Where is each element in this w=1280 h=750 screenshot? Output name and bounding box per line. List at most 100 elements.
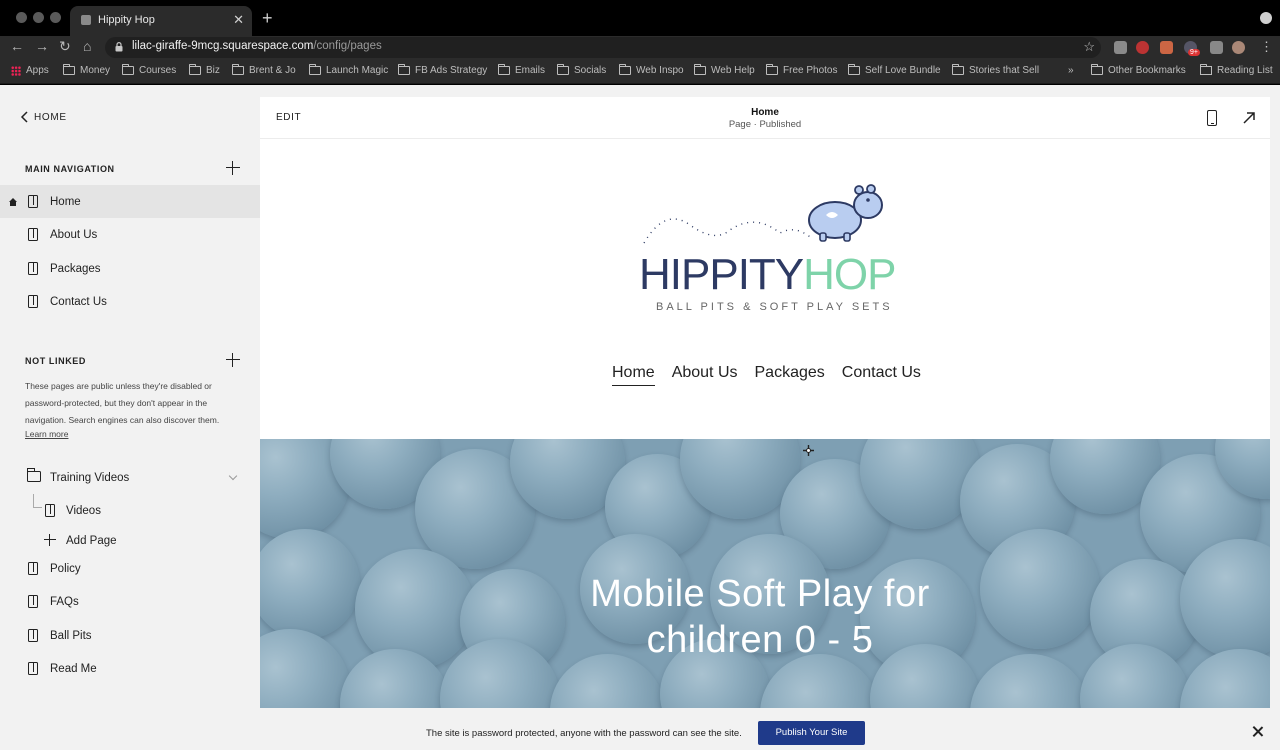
main-navigation-heading: MAIN NAVIGATION — [25, 164, 115, 174]
bookmark-folder[interactable]: Biz — [189, 64, 220, 76]
editor-toolbar: EDIT Home Page · Published — [260, 97, 1270, 139]
sidebar-item-home[interactable]: Home — [0, 185, 260, 218]
site-nav-about-us[interactable]: About Us — [672, 364, 738, 386]
url-text: lilac-giraffe-9mcg.squarespace.com/confi… — [132, 40, 382, 52]
sidebar-item-videos[interactable]: Videos — [0, 494, 260, 527]
sidebar-folder-training-videos[interactable]: Training Videos — [0, 461, 260, 494]
sidebar-item-label: About Us — [50, 228, 98, 241]
new-tab-button[interactable]: + — [262, 9, 273, 27]
tab-close-icon[interactable]: ✕ — [233, 12, 244, 28]
page-icon — [45, 504, 55, 517]
reading-list[interactable]: Reading List — [1200, 64, 1273, 76]
not-linked-heading: NOT LINKED — [25, 356, 86, 366]
sidebar-item-read-me[interactable]: Read Me — [0, 652, 260, 685]
folder-icon — [848, 64, 860, 75]
window-minimize-button[interactable] — [33, 12, 44, 23]
site-preview: EDIT Home Page · Published HIPPITYHOP BA… — [260, 97, 1270, 708]
forward-arrow-icon[interactable]: → — [35, 38, 49, 54]
bookmark-folder[interactable]: Launch Magic — [309, 64, 388, 76]
back-arrow-icon[interactable]: ← — [10, 38, 24, 54]
mobile-preview-icon[interactable] — [1207, 110, 1217, 126]
site-nav-packages[interactable]: Packages — [755, 364, 825, 386]
browser-toolbar: ← → ↻ ⌂ lilac-giraffe-9mcg.squarespace.c… — [0, 36, 1280, 60]
bookmark-apps[interactable]: Apps — [11, 65, 49, 76]
site-nav-home[interactable]: Home — [612, 364, 655, 386]
sidebar-item-label: Read Me — [50, 662, 97, 675]
home-icon[interactable]: ⌂ — [83, 38, 91, 54]
site-nav-contact-us[interactable]: Contact Us — [842, 364, 921, 386]
folder-icon — [557, 64, 569, 75]
other-bookmarks[interactable]: Other Bookmarks — [1091, 64, 1186, 76]
profile-avatar[interactable] — [1232, 41, 1245, 54]
pinterest-extension-icon[interactable] — [1136, 41, 1149, 54]
bookmark-folder[interactable]: Socials — [557, 64, 606, 76]
pages-panel: HOME MAIN NAVIGATION Home About Us Packa… — [0, 85, 260, 750]
sidebar-item-label: Policy — [50, 562, 81, 575]
page-icon — [28, 228, 38, 241]
learn-more-link[interactable]: Learn more — [25, 429, 68, 439]
close-icon[interactable] — [1252, 726, 1263, 737]
window-close-button[interactable] — [16, 12, 27, 23]
bookmark-folder[interactable]: Web Help — [694, 64, 755, 76]
page-icon — [28, 662, 38, 675]
page-icon — [28, 195, 38, 208]
sidebar-item-contact-us[interactable]: Contact Us — [0, 285, 260, 318]
bookmark-folder[interactable]: Stories that Sell — [952, 64, 1039, 76]
browser-tab-strip: Hippity Hop ✕ + — [0, 0, 1280, 36]
page-icon — [28, 595, 38, 608]
password-protected-banner: The site is password protected, anyone w… — [0, 712, 1280, 750]
folder-icon — [952, 64, 964, 75]
logo-tagline: BALL PITS & SOFT PLAY SETS — [656, 301, 893, 313]
chevron-down-icon[interactable] — [228, 471, 238, 481]
page-icon — [28, 629, 38, 642]
hero-heading-line: Mobile Soft Play for — [590, 573, 930, 615]
bookmark-folder[interactable]: Emails — [498, 64, 545, 76]
add-not-linked-page-icon[interactable] — [226, 353, 240, 367]
window-zoom-button[interactable] — [50, 12, 61, 23]
add-main-nav-page-icon[interactable] — [226, 161, 240, 175]
apps-grid-icon — [11, 65, 21, 76]
folder-icon — [694, 64, 706, 75]
folder-icon — [27, 468, 41, 482]
page-icon — [28, 562, 38, 575]
camera-extension-icon[interactable] — [1114, 41, 1127, 54]
squarespace-editor: HOME MAIN NAVIGATION Home About Us Packa… — [0, 85, 1280, 750]
browser-tab[interactable]: Hippity Hop ✕ — [70, 6, 252, 36]
extension-icon[interactable] — [1160, 41, 1173, 54]
bookmark-folder[interactable]: Self Love Bundle — [848, 64, 941, 76]
bookmark-folder[interactable]: Free Photos — [766, 64, 837, 76]
bookmark-folder[interactable]: Web Inspo — [619, 64, 684, 76]
address-bar[interactable]: lilac-giraffe-9mcg.squarespace.com/confi… — [105, 37, 1101, 58]
bookmark-folder[interactable]: Courses — [122, 64, 176, 76]
bookmark-folder[interactable]: FB Ads Strategy — [398, 64, 487, 76]
tab-search-icon[interactable] — [1260, 12, 1272, 24]
bookmark-folder[interactable]: Money — [63, 64, 110, 76]
extension-badge: 9+ — [1188, 49, 1200, 56]
reading-list-icon — [1200, 64, 1212, 75]
sidebar-item-faqs[interactable]: FAQs — [0, 585, 260, 618]
sidebar-item-label: FAQs — [50, 595, 79, 608]
banner-message: The site is password protected, anyone w… — [426, 728, 742, 739]
bookmark-folder[interactable]: Brent & Jo — [232, 64, 296, 76]
puzzle-extensions-icon[interactable] — [1210, 41, 1223, 54]
hero-banner[interactable]: Mobile Soft Play for children 0 - 5 — [260, 439, 1270, 708]
reload-icon[interactable]: ↻ — [59, 38, 71, 55]
squarespace-icon — [81, 15, 91, 25]
folder-icon — [122, 64, 134, 75]
bookmarks-overflow-button[interactable]: » — [1068, 65, 1074, 76]
logo-wordmark: HIPPITYHOP — [639, 250, 897, 299]
home-back-button[interactable]: HOME — [20, 111, 67, 123]
folder-icon — [189, 64, 201, 75]
sidebar-item-ball-pits[interactable]: Ball Pits — [0, 619, 260, 652]
not-linked-description: These pages are public unless they're di… — [25, 381, 220, 425]
open-site-arrow-icon[interactable] — [1241, 110, 1257, 126]
page-status: Page · Published — [728, 119, 802, 130]
sidebar-item-packages[interactable]: Packages — [0, 252, 260, 285]
sidebar-item-policy[interactable]: Policy — [0, 552, 260, 585]
publish-site-button[interactable]: Publish Your Site — [758, 721, 865, 745]
site-logo[interactable]: HIPPITYHOP BALL PITS & SOFT PLAY SETS — [630, 175, 900, 325]
kebab-menu-icon[interactable]: ⋮ — [1260, 39, 1273, 55]
bookmark-star-icon[interactable]: ☆ — [1083, 39, 1095, 55]
sidebar-item-about-us[interactable]: About Us — [0, 218, 260, 251]
lock-icon — [115, 42, 123, 52]
